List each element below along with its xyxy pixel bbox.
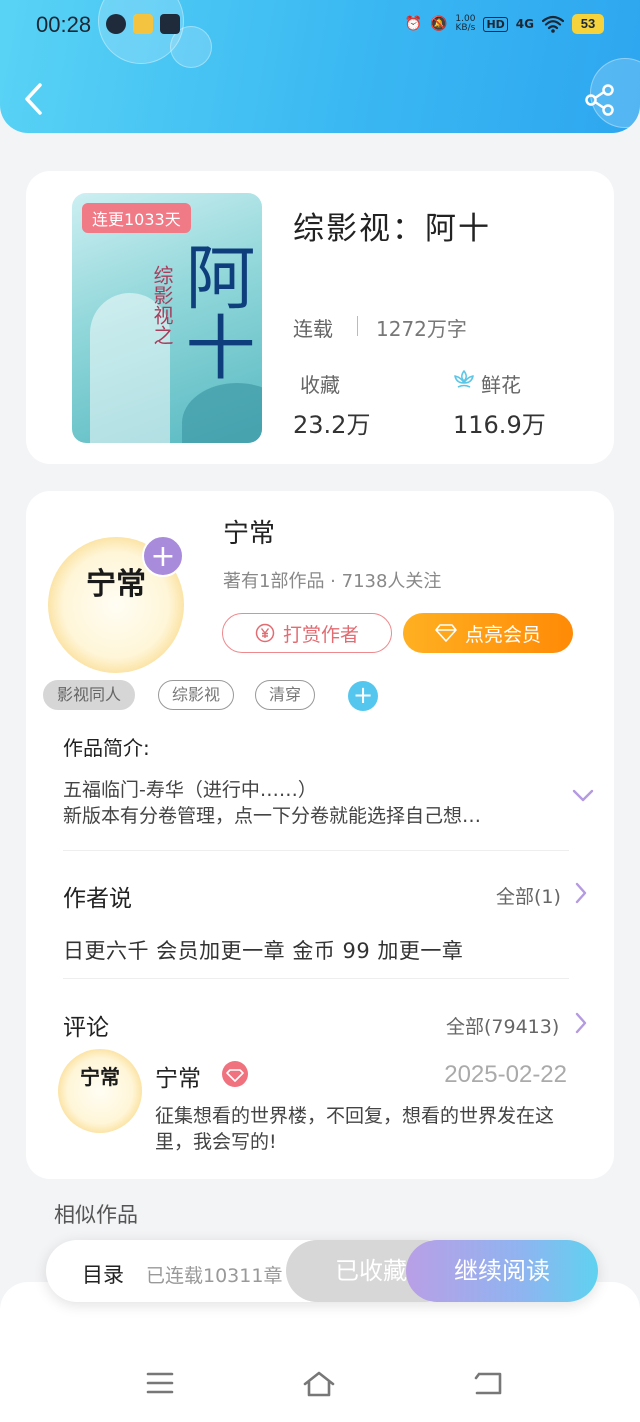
net-speed: 1.00 KB/s [455, 14, 476, 33]
activate-vip-label: 点亮会员 [464, 623, 541, 646]
intro-title: 作品简介: [63, 736, 150, 760]
vip-badge-icon [222, 1061, 248, 1087]
add-tag-button[interactable]: + [348, 681, 378, 711]
system-nav-bar [0, 1350, 640, 1422]
intro-line-1: 五福临门-寿华（进行中……） [63, 779, 317, 801]
chevron-right-icon[interactable] [574, 882, 588, 904]
tag-multi-drama[interactable]: 综影视 [158, 680, 235, 710]
cover-title: 阿十 [174, 241, 256, 381]
book-status: 连载 [293, 317, 333, 341]
share-button[interactable] [584, 84, 616, 116]
wifi-icon [542, 15, 564, 33]
coin-icon [255, 623, 275, 643]
flower-icon[interactable] [452, 368, 476, 392]
chevron-right-icon[interactable] [574, 1012, 588, 1034]
intro-line-2: 新版本有分卷管理，点一下分卷就能选择自己想… [63, 805, 482, 827]
follow-author-button[interactable]: + [142, 535, 184, 577]
book-cover[interactable]: 综影视之 阿十 连更1033天 [72, 193, 262, 443]
return-icon[interactable] [474, 1370, 504, 1396]
status-right: ⏰ 🔕 1.00 KB/s HD 4G 53 [405, 14, 604, 34]
book-title: 综影视：阿十 [293, 211, 491, 247]
globe-icon [106, 14, 126, 34]
home-icon[interactable] [302, 1370, 336, 1398]
activate-vip-button[interactable]: 点亮会员 [403, 613, 573, 653]
comment-date: 2025-02-22 [444, 1061, 567, 1088]
author-says-title: 作者说 [63, 886, 132, 912]
author-meta: 著有1部作品 · 7138人关注 [223, 571, 442, 592]
tip-author-label: 打赏作者 [282, 623, 359, 646]
diamond-icon [435, 624, 457, 642]
author-card: 宁常 + 宁常 著有1部作品 · 7138人关注 打赏作者 点亮会员 影视同人 … [26, 491, 614, 1179]
author-says-text: 日更六千 会员加更一章 金币 99 加更一章 [63, 939, 464, 963]
header: 00:28 ⏰ 🔕 1.00 KB/s HD 4G 53 [0, 0, 640, 133]
divider [63, 850, 569, 851]
divider [63, 978, 569, 979]
comment-text: 征集想看的世界楼，不回复，想看的世界发在这里，我会写的! [155, 1105, 555, 1153]
cover-mountain-illustration [182, 383, 262, 443]
signal-icon: 4G [515, 17, 534, 31]
comments-more-link[interactable]: 全部(79413) [446, 1012, 559, 1039]
app-notification-icon [133, 14, 153, 34]
divider [357, 316, 358, 336]
similar-works-title: 相似作品 [54, 1203, 138, 1227]
battery-indicator: 53 [572, 14, 604, 34]
update-streak-badge: 连更1033天 [82, 203, 191, 233]
back-button[interactable] [22, 82, 46, 116]
alarm-icon: ⏰ [404, 16, 422, 32]
tag-qing-transmigration[interactable]: 清穿 [255, 680, 316, 710]
word-count: 1272万字 [376, 317, 467, 341]
status-bar: 00:28 ⏰ 🔕 1.00 KB/s HD 4G 53 [0, 0, 640, 50]
hd-icon: HD [483, 16, 508, 32]
cover-subtitle: 综影视之 [150, 265, 174, 345]
collect-count: 23.2万 [293, 411, 371, 439]
tip-author-button[interactable]: 打赏作者 [222, 613, 392, 653]
avatar-lettering: 宁常 [80, 1065, 120, 1089]
commenter-name[interactable]: 宁常 [155, 1059, 201, 1093]
menu-icon[interactable] [146, 1370, 174, 1396]
continue-reading-button[interactable]: 继续阅读 [406, 1240, 598, 1302]
toc-chapter-count[interactable]: 已连载10311章 [146, 1261, 291, 1288]
flower-count: 116.9万 [453, 411, 546, 439]
chevron-down-icon[interactable] [572, 789, 594, 803]
book-info-card: 综影视之 阿十 连更1033天 综影视：阿十 连载 1272万字 收藏 23.2… [26, 171, 614, 464]
author-says-more-link[interactable]: 全部(1) [496, 882, 561, 909]
mute-icon: 🔕 [429, 16, 448, 32]
mail-icon [160, 14, 180, 34]
flower-label: 鲜花 [481, 373, 521, 397]
avatar-lettering: 宁常 [86, 567, 146, 602]
comments-title: 评论 [63, 1015, 109, 1041]
collect-label: 收藏 [300, 373, 340, 397]
author-name[interactable]: 宁常 [223, 513, 275, 550]
action-bar: 目录 已连载10311章 已收藏 继续阅读 [46, 1240, 598, 1302]
tag-film-fanfic[interactable]: 影视同人 [43, 680, 136, 710]
toc-button[interactable]: 目录 [82, 1259, 124, 1289]
commenter-avatar[interactable]: 宁常 [58, 1049, 142, 1133]
status-time: 00:28 [36, 12, 92, 37]
